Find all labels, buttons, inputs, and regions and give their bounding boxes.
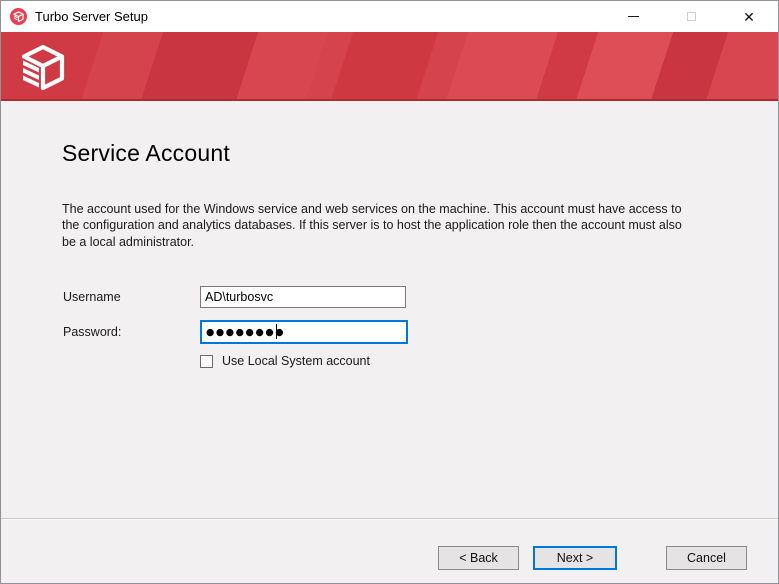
window-controls: ✕ [604,1,778,32]
local-system-label[interactable]: Use Local System account [222,354,370,368]
close-icon: ✕ [743,10,755,24]
banner-stripe [326,32,442,101]
app-icon [10,8,27,25]
page-description: The account used for the Windows service… [62,201,694,250]
back-button[interactable]: < Back [438,546,519,570]
username-label: Username [63,290,121,304]
window-title: Turbo Server Setup [35,9,148,24]
password-input[interactable] [200,320,408,344]
maximize-icon [687,12,696,21]
local-system-checkbox[interactable] [200,355,213,368]
cancel-button[interactable]: Cancel [666,546,747,570]
minimize-button[interactable] [604,1,662,32]
turbo-logo-icon [21,44,65,96]
installer-window: Turbo Server Setup ✕ [0,0,779,584]
close-button[interactable]: ✕ [720,1,778,32]
password-label: Password: [63,325,121,339]
password-field [200,320,408,344]
next-button[interactable]: Next > [533,546,617,570]
page-title: Service Account [62,140,230,167]
footer-divider [1,518,778,520]
header-banner [1,32,778,101]
app-cube-icon [13,11,24,22]
titlebar: Turbo Server Setup ✕ [1,1,778,32]
text-caret [276,324,277,339]
username-input[interactable] [200,286,406,308]
maximize-button[interactable] [662,1,720,32]
minimize-icon [628,16,639,17]
